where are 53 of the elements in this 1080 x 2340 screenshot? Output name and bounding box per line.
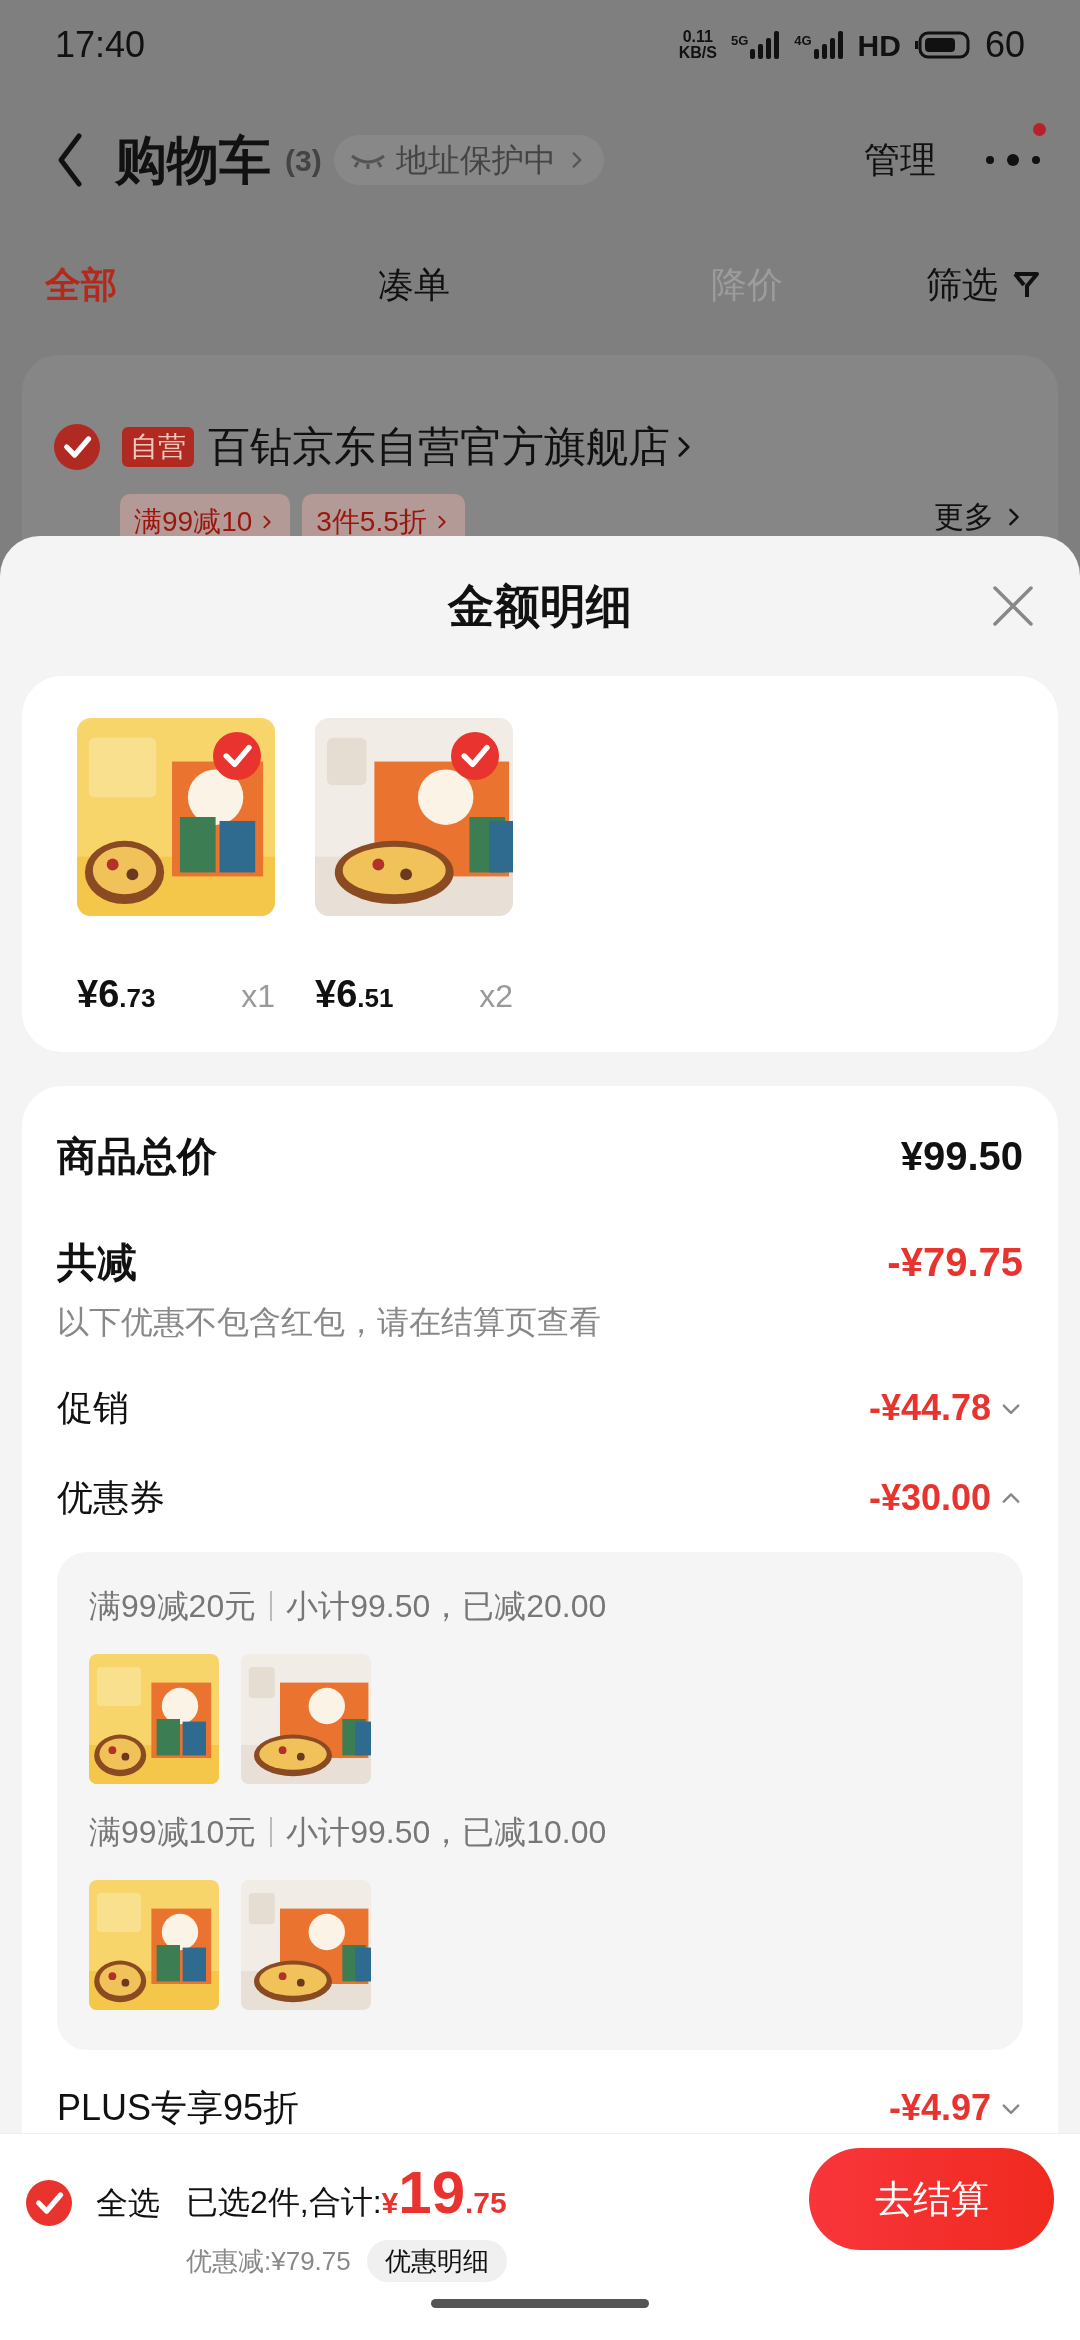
total-discount-label: 共减 xyxy=(57,1239,137,1286)
total-discount-amount: -¥79.75 xyxy=(887,1239,1023,1286)
battery-icon xyxy=(914,30,971,60)
filter-button[interactable]: 筛选 xyxy=(926,258,1040,312)
coupon-title: 满99减20元 xyxy=(89,1587,257,1626)
discount-label: 优惠券 xyxy=(57,1476,165,1520)
filter-icon xyxy=(1012,270,1040,300)
address-chip-label: 地址保护中 xyxy=(395,141,556,180)
select-all-label: 全选 xyxy=(96,2184,160,2223)
self-operated-badge: 自营 xyxy=(122,426,194,467)
product-price: ¥6.51 xyxy=(315,972,394,1017)
product-price: ¥6.73 xyxy=(77,972,156,1017)
selected-check-icon[interactable] xyxy=(451,732,499,780)
total-price: ¥19.75 xyxy=(381,2158,507,2228)
store-checkbox[interactable] xyxy=(54,423,100,470)
network-type: 4G xyxy=(794,32,812,50)
more-link[interactable]: 更多 xyxy=(934,494,1026,539)
discount-details-button[interactable]: 优惠明细 xyxy=(366,2240,507,2282)
quantity: x1 xyxy=(241,977,275,1016)
checkout-button[interactable]: 去结算 xyxy=(809,2148,1054,2250)
manage-button[interactable]: 管理 xyxy=(864,133,936,187)
sheet-title: 金额明细 xyxy=(448,578,632,634)
coupon-detail: 小计99.50，已减20.00 xyxy=(286,1587,607,1626)
discount-total: 优惠减:¥79.75 xyxy=(186,2244,351,2278)
discount-label: PLUS专享95折 xyxy=(57,2086,300,2130)
close-icon[interactable] xyxy=(991,584,1035,628)
goods-total-label: 商品总价 xyxy=(57,1133,217,1180)
coupon-detail: 小计99.50，已减10.00 xyxy=(286,1813,607,1852)
item-count: (3) xyxy=(285,142,322,179)
goods-total-amount: ¥99.50 xyxy=(900,1133,1023,1180)
selected-check-icon[interactable] xyxy=(213,732,261,780)
status-time: 17:40 xyxy=(55,23,146,67)
store-name[interactable]: 百钻京东自营官方旗舰店 xyxy=(208,415,670,478)
select-all-checkbox[interactable] xyxy=(26,2180,72,2226)
network-speed-unit: KB/S xyxy=(678,45,717,61)
selected-summary: 已选2件,合计: xyxy=(186,2183,382,2222)
network-type: 5G xyxy=(730,32,749,50)
hd-indicator: HD xyxy=(857,27,901,64)
battery-level: 60 xyxy=(984,23,1025,67)
discount-note: 以下优惠不包含红包，请在结算页查看 xyxy=(57,1303,602,1342)
coupon-title: 满99减10元 xyxy=(89,1813,257,1852)
discount-amount: -¥30.00 xyxy=(868,1476,991,1520)
tab[interactable]: 凑单 xyxy=(337,258,632,312)
discount-label: 促销 xyxy=(57,1386,129,1430)
discount-amount: -¥4.97 xyxy=(888,2086,991,2130)
discount-amount: -¥44.78 xyxy=(868,1386,991,1430)
address-protection-chip[interactable]: 地址保护中 xyxy=(333,135,604,185)
signal-icon xyxy=(813,31,844,59)
quantity: x2 xyxy=(479,977,513,1016)
signal-icon xyxy=(750,31,781,59)
network-speed: 0.11 xyxy=(682,29,713,45)
more-icon[interactable] xyxy=(986,153,1040,167)
page-title: 购物车 xyxy=(115,130,271,191)
